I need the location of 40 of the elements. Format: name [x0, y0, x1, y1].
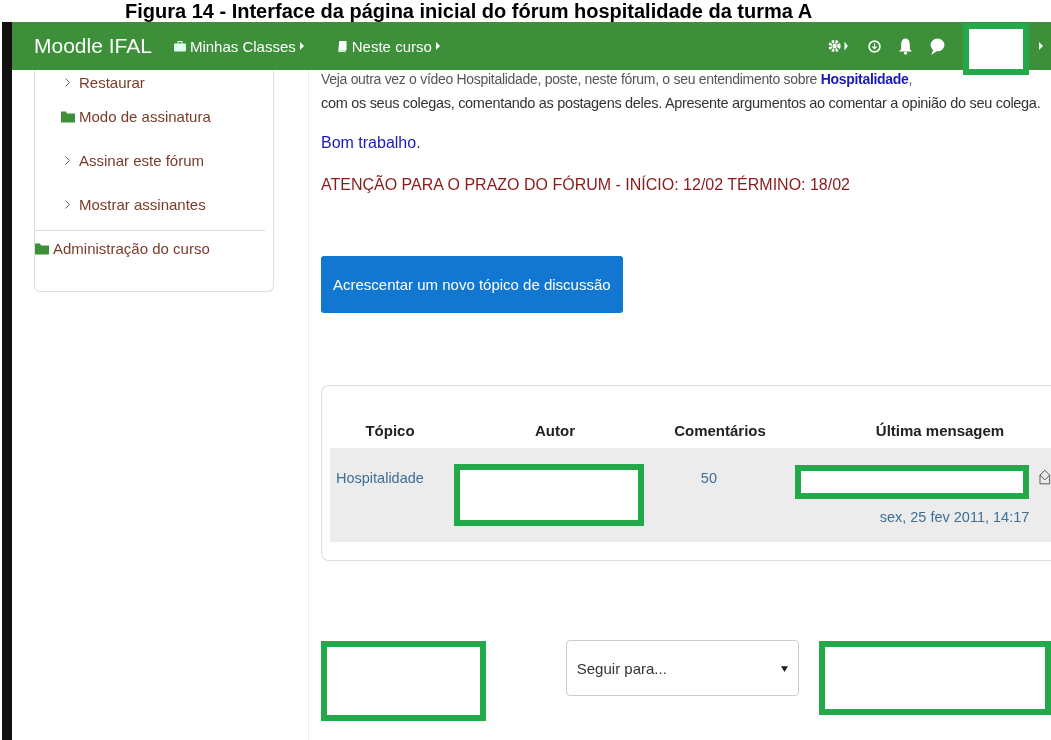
sidebar-item[interactable]: Modo de assinatura — [35, 94, 273, 138]
dropdown-arrow-icon — [780, 664, 788, 672]
settings-icon[interactable] — [828, 39, 850, 53]
column-header: Comentários — [673, 421, 767, 439]
nav-menu[interactable]: Minhas Classes — [173, 37, 304, 55]
chevron-icon — [65, 155, 70, 165]
closing-period: . — [416, 134, 421, 151]
envelope-icon[interactable] — [1039, 469, 1051, 485]
deadline-notice: ATENÇÃO PARA O PRAZO DO FÓRUM - INÍCIO: 12/02 TÉRMINO: 18/02 — [321, 176, 851, 194]
figure-caption: Figura 14 - Interface da página inicial do fórum hospitalidade da turma A — [124, 0, 814, 22]
sidebar-item[interactable]: Restaurar — [35, 70, 273, 94]
sidebar-item[interactable]: Assinar este fórum — [35, 138, 273, 182]
chevron-icon — [65, 199, 70, 209]
site-brand[interactable]: Moodle IFAL — [34, 34, 152, 58]
nav-menu[interactable]: Neste curso — [335, 37, 440, 55]
chevron-icon — [65, 77, 70, 87]
last-post-date[interactable]: sex, 25 fev 2011, 14:17 — [879, 509, 1030, 525]
caret-icon — [299, 42, 304, 50]
redaction-box — [963, 23, 1029, 75]
column-header: Tópico — [364, 421, 416, 439]
caret-icon — [1039, 42, 1043, 50]
briefcase-icon — [173, 40, 186, 52]
closing-text: Bom trabalho — [321, 134, 417, 151]
intro-text: Veja outra vez o vídeo Hospitalidade, poste, neste fórum, o seu entendimento sobre Hospitalidade, — [321, 70, 914, 88]
folder-icon — [61, 109, 75, 123]
add-topic-button[interactable]: Acrescentar um novo tópico de discussão — [321, 256, 623, 313]
chat-bubble-icon[interactable] — [930, 37, 945, 55]
download-icon[interactable] — [868, 39, 881, 53]
column-header: Autor — [534, 421, 576, 439]
column-header: Última mensagem — [874, 421, 1006, 439]
comment-count[interactable]: 50 — [650, 470, 768, 486]
sidebar-item[interactable]: Administração do curso — [35, 231, 273, 265]
folder-icon — [35, 241, 49, 255]
intro-text: com os seus colegas, comentando as postagens deles. Apresente argumentos ao comentar a opinião do seu colega. — [321, 94, 1042, 113]
jump-to-select[interactable]: Seguir para... — [565, 640, 799, 696]
sidebar-item[interactable]: Mostrar assinantes — [35, 182, 273, 226]
topic-link[interactable]: Hospitalidade — [330, 470, 447, 486]
book-icon — [335, 40, 348, 52]
bell-icon[interactable] — [899, 37, 912, 55]
caret-icon — [435, 42, 440, 50]
